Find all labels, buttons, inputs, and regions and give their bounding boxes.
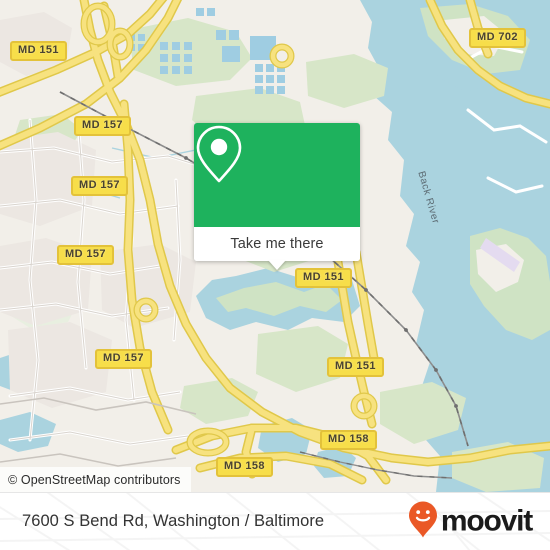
popup-marker-area (194, 123, 360, 227)
road-shield: MD 157 (95, 349, 152, 369)
road-shield: MD 151 (327, 357, 384, 377)
location-popup-card[interactable]: Take me there (194, 123, 360, 270)
road-shield: MD 702 (469, 28, 526, 48)
map-screenshot: MD 151 MD 157 MD 157 MD 157 MD 157 MD 70… (0, 0, 550, 550)
moovit-brand[interactable]: moovit (408, 500, 533, 543)
popup-action-area[interactable]: Take me there (194, 227, 360, 261)
road-shield: MD 158 (216, 457, 273, 477)
moovit-smiley-pin-icon (408, 500, 438, 543)
road-shield: MD 151 (10, 41, 67, 61)
map-canvas[interactable]: MD 151 MD 157 MD 157 MD 157 MD 157 MD 70… (0, 0, 550, 492)
road-shield: MD 151 (295, 268, 352, 288)
moovit-wordmark: moovit (440, 504, 533, 538)
popup-tail (268, 260, 286, 270)
road-shield: MD 157 (71, 176, 128, 196)
road-shield: MD 158 (320, 430, 377, 450)
osm-attribution[interactable]: © OpenStreetMap contributors (0, 467, 191, 492)
take-me-there-button[interactable]: Take me there (230, 236, 323, 252)
road-shield: MD 157 (74, 116, 131, 136)
footer-bar: 7600 S Bend Rd, Washington / Baltimore m… (0, 492, 550, 550)
road-shield: MD 157 (57, 245, 114, 265)
page-title: 7600 S Bend Rd, Washington / Baltimore (22, 512, 325, 530)
attribution-text: © OpenStreetMap contributors (8, 472, 181, 487)
